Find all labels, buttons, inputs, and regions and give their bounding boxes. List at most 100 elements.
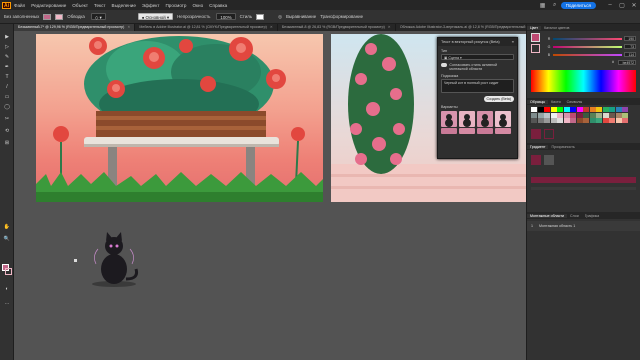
artboard-row[interactable]: 1 Монтажная область 1 [527,221,640,231]
color-swatch[interactable] [596,118,602,123]
color-swatch[interactable] [615,107,622,112]
swatches-grid[interactable] [527,105,640,125]
stroke-weight-dropdown[interactable]: ◇ ▾ [89,13,106,20]
color-swatch[interactable] [589,118,596,123]
slider-r[interactable]: R 190 [545,36,636,41]
color-swatch[interactable] [563,112,570,118]
artboard-bench-illustration[interactable] [36,34,323,202]
variation-thumbnail[interactable] [441,128,457,134]
color-swatch[interactable] [583,107,589,112]
stroke-profile-dropdown[interactable]: ● Основной ▾ [136,13,174,20]
tab-document-2[interactable]: Мебель в Adobe Illustrator.ai @ 12,81 % … [135,24,278,31]
color-swatch[interactable] [622,118,628,123]
transform-label[interactable]: Трансформирование [320,14,363,19]
maximize-icon[interactable]: ▢ [616,2,628,9]
tab-transparency[interactable]: Прозрачность [548,145,577,149]
recolor-icon[interactable]: ◎ [278,14,282,20]
variation-thumbnail[interactable] [459,111,475,127]
color-swatch[interactable] [583,118,589,123]
tab-swatches[interactable]: Образцы [527,99,549,104]
artboard-tool-icon[interactable]: ⊞ [3,140,11,146]
color-swatch[interactable] [576,118,583,123]
color-swatch[interactable] [550,112,557,118]
color-swatch[interactable] [609,107,615,112]
style-swatch[interactable] [256,13,265,20]
color-swatch[interactable] [557,107,563,112]
stroke-swatch[interactable] [55,13,64,20]
color-swatch[interactable] [615,112,622,118]
zoom-tool-icon[interactable]: 🔍 [3,236,11,242]
generate-button[interactable]: Создать (Beta) [483,96,514,102]
prompt-input[interactable]: Черный кот в полный рост сидит [441,79,514,93]
panel-menu-icon[interactable]: ≡ [512,40,514,44]
color-swatch[interactable] [576,107,583,112]
selection-tool-icon[interactable]: ▶ [3,34,11,40]
arrange-icon[interactable]: ▦ [537,2,549,9]
opacity-input[interactable]: 100% [214,13,236,20]
tab-artboards[interactable]: Монтажные области [527,213,568,218]
more-tools-icon[interactable]: … [3,300,11,306]
hand-tool-icon[interactable]: ✋ [3,224,11,230]
tab-graphics[interactable]: Графика [582,214,602,218]
menu-window[interactable]: Окно [192,3,203,8]
gradient-stroke-swatch[interactable] [544,129,554,139]
color-swatch[interactable] [602,118,609,123]
slider-b[interactable]: B 114 [545,52,636,57]
match-style-toggle[interactable] [441,63,448,67]
color-swatch[interactable] [589,107,596,112]
color-swatch[interactable] [537,107,544,112]
fill-swatch[interactable] [43,13,52,20]
variation-thumbnail[interactable] [459,128,475,134]
color-swatch[interactable] [557,118,563,123]
tab-layers[interactable]: Слои [567,214,582,218]
color-swatch[interactable] [550,118,557,123]
close-icon[interactable]: ✕ [628,2,640,9]
color-swatch[interactable] [531,112,537,118]
tab-document-1[interactable]: Безымянный-7* @ 129,96 % (RGB/Предварите… [14,24,136,31]
color-swatch[interactable] [576,112,583,118]
color-swatch[interactable] [622,112,628,118]
hex-input[interactable]: be4972 [618,60,636,65]
rotate-tool-icon[interactable]: ⟲ [3,128,11,134]
close-tab-icon[interactable]: ✕ [388,24,391,31]
variation-thumbnail[interactable] [441,111,457,127]
gradient-type-linear[interactable] [531,155,541,165]
variation-thumbnail[interactable] [495,111,511,127]
tab-gradient[interactable]: Градиент [527,144,549,149]
color-swatch[interactable] [544,118,550,123]
gradient-slider-bar[interactable] [531,177,636,183]
color-swatch[interactable] [531,107,537,112]
menu-object[interactable]: Объект [72,3,88,8]
color-swatch[interactable] [544,112,550,118]
color-swatch[interactable] [602,107,609,112]
stroke-color-box[interactable] [5,268,12,275]
menu-view[interactable]: Просмотр [165,3,186,8]
generated-cat-artwork[interactable] [84,224,144,289]
color-swatch[interactable] [563,107,570,112]
tab-color-guide[interactable]: Каталог цветов [541,26,572,30]
gradient-type-radial[interactable] [544,155,554,165]
color-swatch[interactable] [550,107,557,112]
color-swatch[interactable] [622,107,628,112]
variation-thumbnail[interactable] [477,111,493,127]
type-dropdown[interactable]: ▣ Сцена ▾ [441,54,514,60]
pencil-tool-icon[interactable]: ✎ [3,54,11,60]
share-button[interactable]: Поделиться [560,1,596,9]
color-swatch[interactable] [570,112,576,118]
color-swatch[interactable] [609,112,615,118]
rectangle-tool-icon[interactable]: ▭ [3,94,11,100]
pen-tool-icon[interactable]: ✒ [3,64,11,70]
tab-color[interactable]: Цвет [527,25,542,30]
align-label[interactable]: Выравнивание [286,14,316,19]
stroke-label[interactable]: Обводка [67,14,85,19]
menu-file[interactable]: Файл [14,3,25,8]
fill-stroke-preview[interactable] [531,33,545,65]
slider-g[interactable]: G 73 [545,44,636,49]
ellipse-tool-icon[interactable]: ◯ [3,104,11,110]
scissors-tool-icon[interactable]: ✂ [3,116,11,122]
color-swatch[interactable] [563,118,570,123]
menu-help[interactable]: Справка [209,3,227,8]
color-swatch[interactable] [537,118,544,123]
menu-select[interactable]: Выделение [112,3,136,8]
minimize-icon[interactable]: – [604,2,616,8]
